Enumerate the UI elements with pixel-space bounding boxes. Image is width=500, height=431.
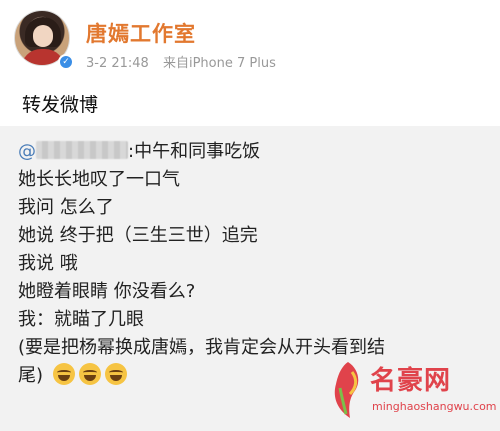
post-header: ✓ 唐嫣工作室 3-2 21:48 来自iPhone 7 Plus: [0, 0, 500, 80]
post-text: 转发微博: [22, 94, 99, 116]
laughing-crying-emoji-icon: [52, 363, 75, 385]
avatar-container[interactable]: ✓: [14, 10, 74, 70]
post-source: 来自iPhone 7 Plus: [162, 56, 276, 71]
verified-badge-icon: ✓: [58, 54, 74, 70]
quoted-line-8-text: 尾): [18, 365, 44, 386]
quoted-line-4: 我说 哦: [18, 253, 78, 274]
quoted-line-0: :中午和同事吃饭: [128, 141, 261, 162]
watermark-logo-icon: [334, 362, 359, 418]
laughing-crying-emoji-icon: [78, 363, 101, 385]
quoted-line-6: 我：就瞄了几眼: [18, 309, 144, 330]
blurred-username: [36, 141, 128, 159]
quoted-line-2: 我问 怎么了: [18, 197, 114, 218]
watermark-domain: minghaoshangwu.com: [372, 400, 497, 413]
mention-link[interactable]: @: [18, 141, 128, 162]
site-watermark: 名豪网 minghaoshangwu.com: [328, 358, 498, 428]
quoted-line-5: 她瞪着眼睛 你没看么?: [18, 281, 196, 302]
username-link[interactable]: 唐嫣工作室: [86, 18, 196, 48]
post-meta: 3-2 21:48 来自iPhone 7 Plus: [86, 52, 286, 71]
watermark-title: 名豪网: [370, 366, 452, 396]
post-date: 3-2 21:48: [86, 56, 149, 71]
laughing-crying-emoji-icon: [104, 363, 127, 385]
quoted-line-3: 她说 终于把（三生三世）追完: [18, 225, 258, 246]
quoted-post-body: @:中午和同事吃饭 她长长地叹了一口气 我问 怎么了 她说 终于把（三生三世）追…: [18, 138, 385, 390]
quoted-first-line: @:中午和同事吃饭: [18, 138, 385, 166]
quoted-line-1: 她长长地叹了一口气: [18, 169, 180, 190]
